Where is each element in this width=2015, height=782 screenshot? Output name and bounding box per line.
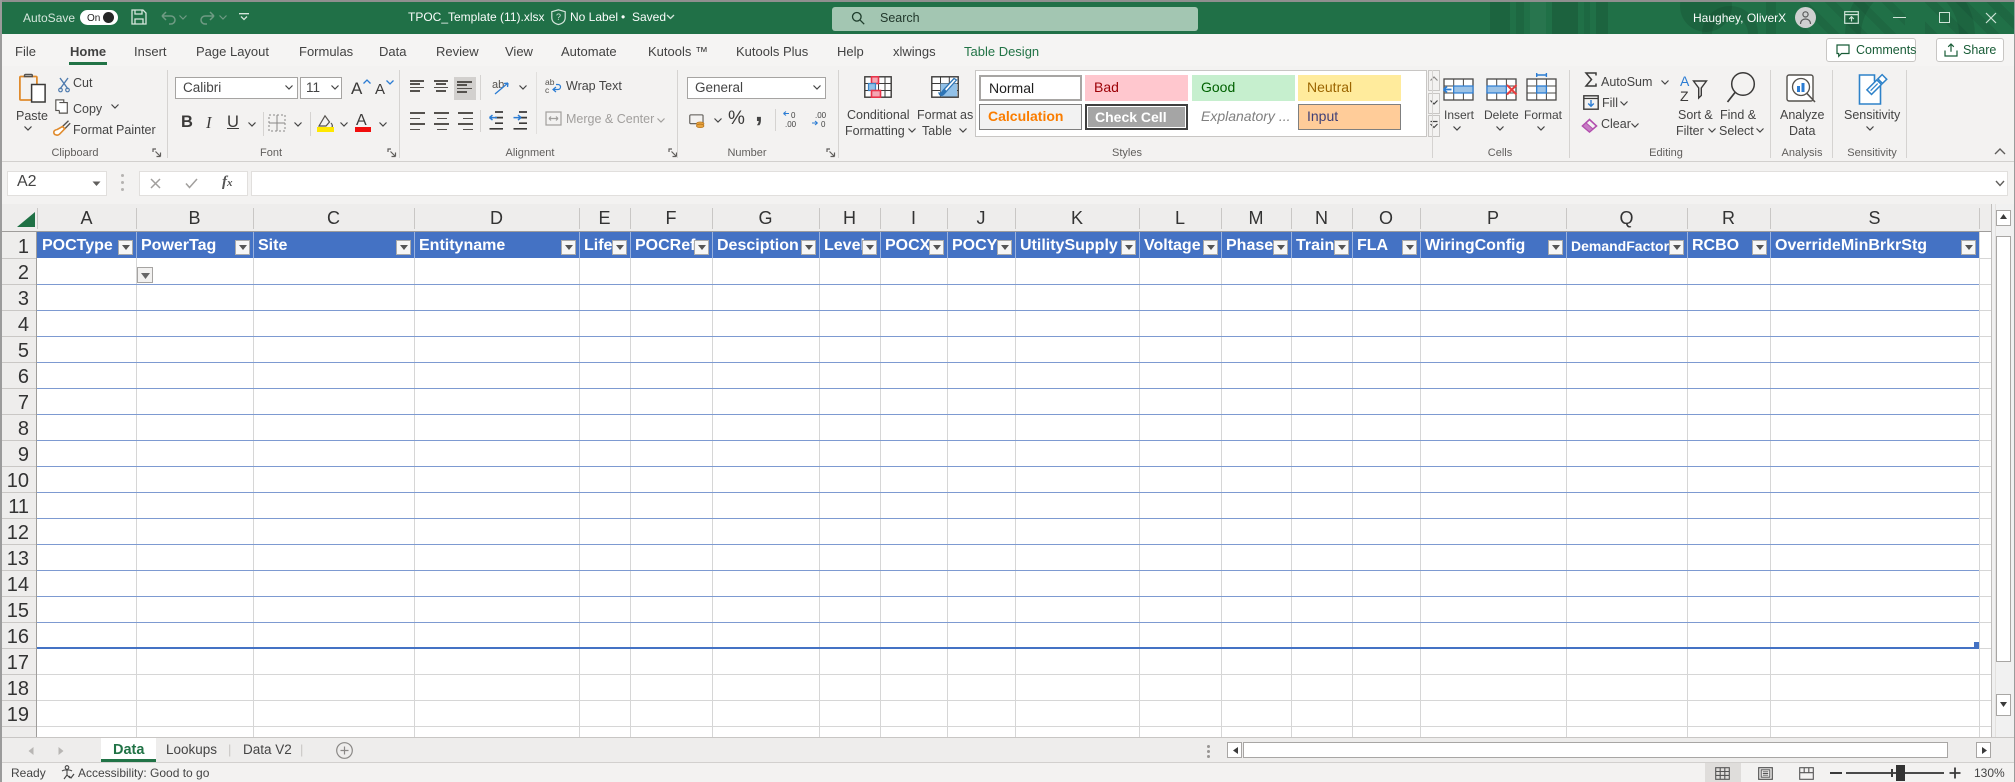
svg-text:A: A [1680,73,1690,89]
svg-text:ab: ab [492,79,504,91]
svg-text:0: 0 [821,120,826,129]
svg-text:.00: .00 [785,120,797,129]
svg-text:0: 0 [791,111,796,120]
svg-text:?: ? [556,12,561,22]
svg-text:Z: Z [1680,88,1689,104]
svg-text:.00: .00 [815,111,827,120]
